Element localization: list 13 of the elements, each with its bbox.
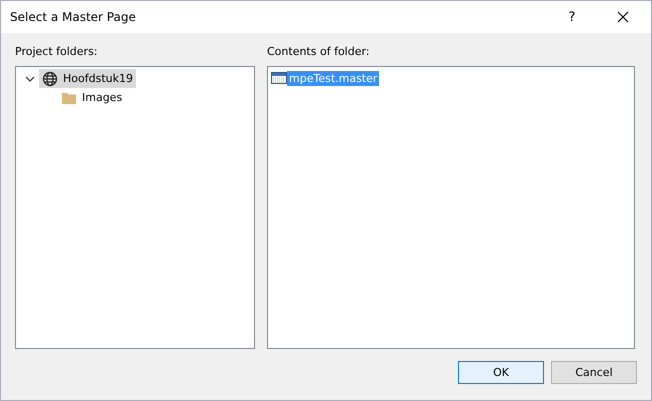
help-button[interactable]: ?	[549, 1, 595, 33]
globe-icon	[42, 70, 58, 86]
cancel-button[interactable]: Cancel	[551, 361, 637, 384]
page-icon	[271, 71, 287, 85]
chevron-icon[interactable]	[23, 74, 37, 84]
close-icon	[617, 11, 629, 23]
tree-item[interactable]: Images	[58, 88, 126, 107]
panel-label: Contents of folder:	[267, 45, 371, 60]
folder-icon	[61, 90, 77, 104]
panel-label: Project folders:	[15, 45, 98, 60]
ok-button[interactable]: OK	[458, 361, 544, 384]
window-title: Select a Master Page	[10, 10, 137, 24]
tree-item[interactable]: Hoofdstuk19	[39, 69, 136, 88]
